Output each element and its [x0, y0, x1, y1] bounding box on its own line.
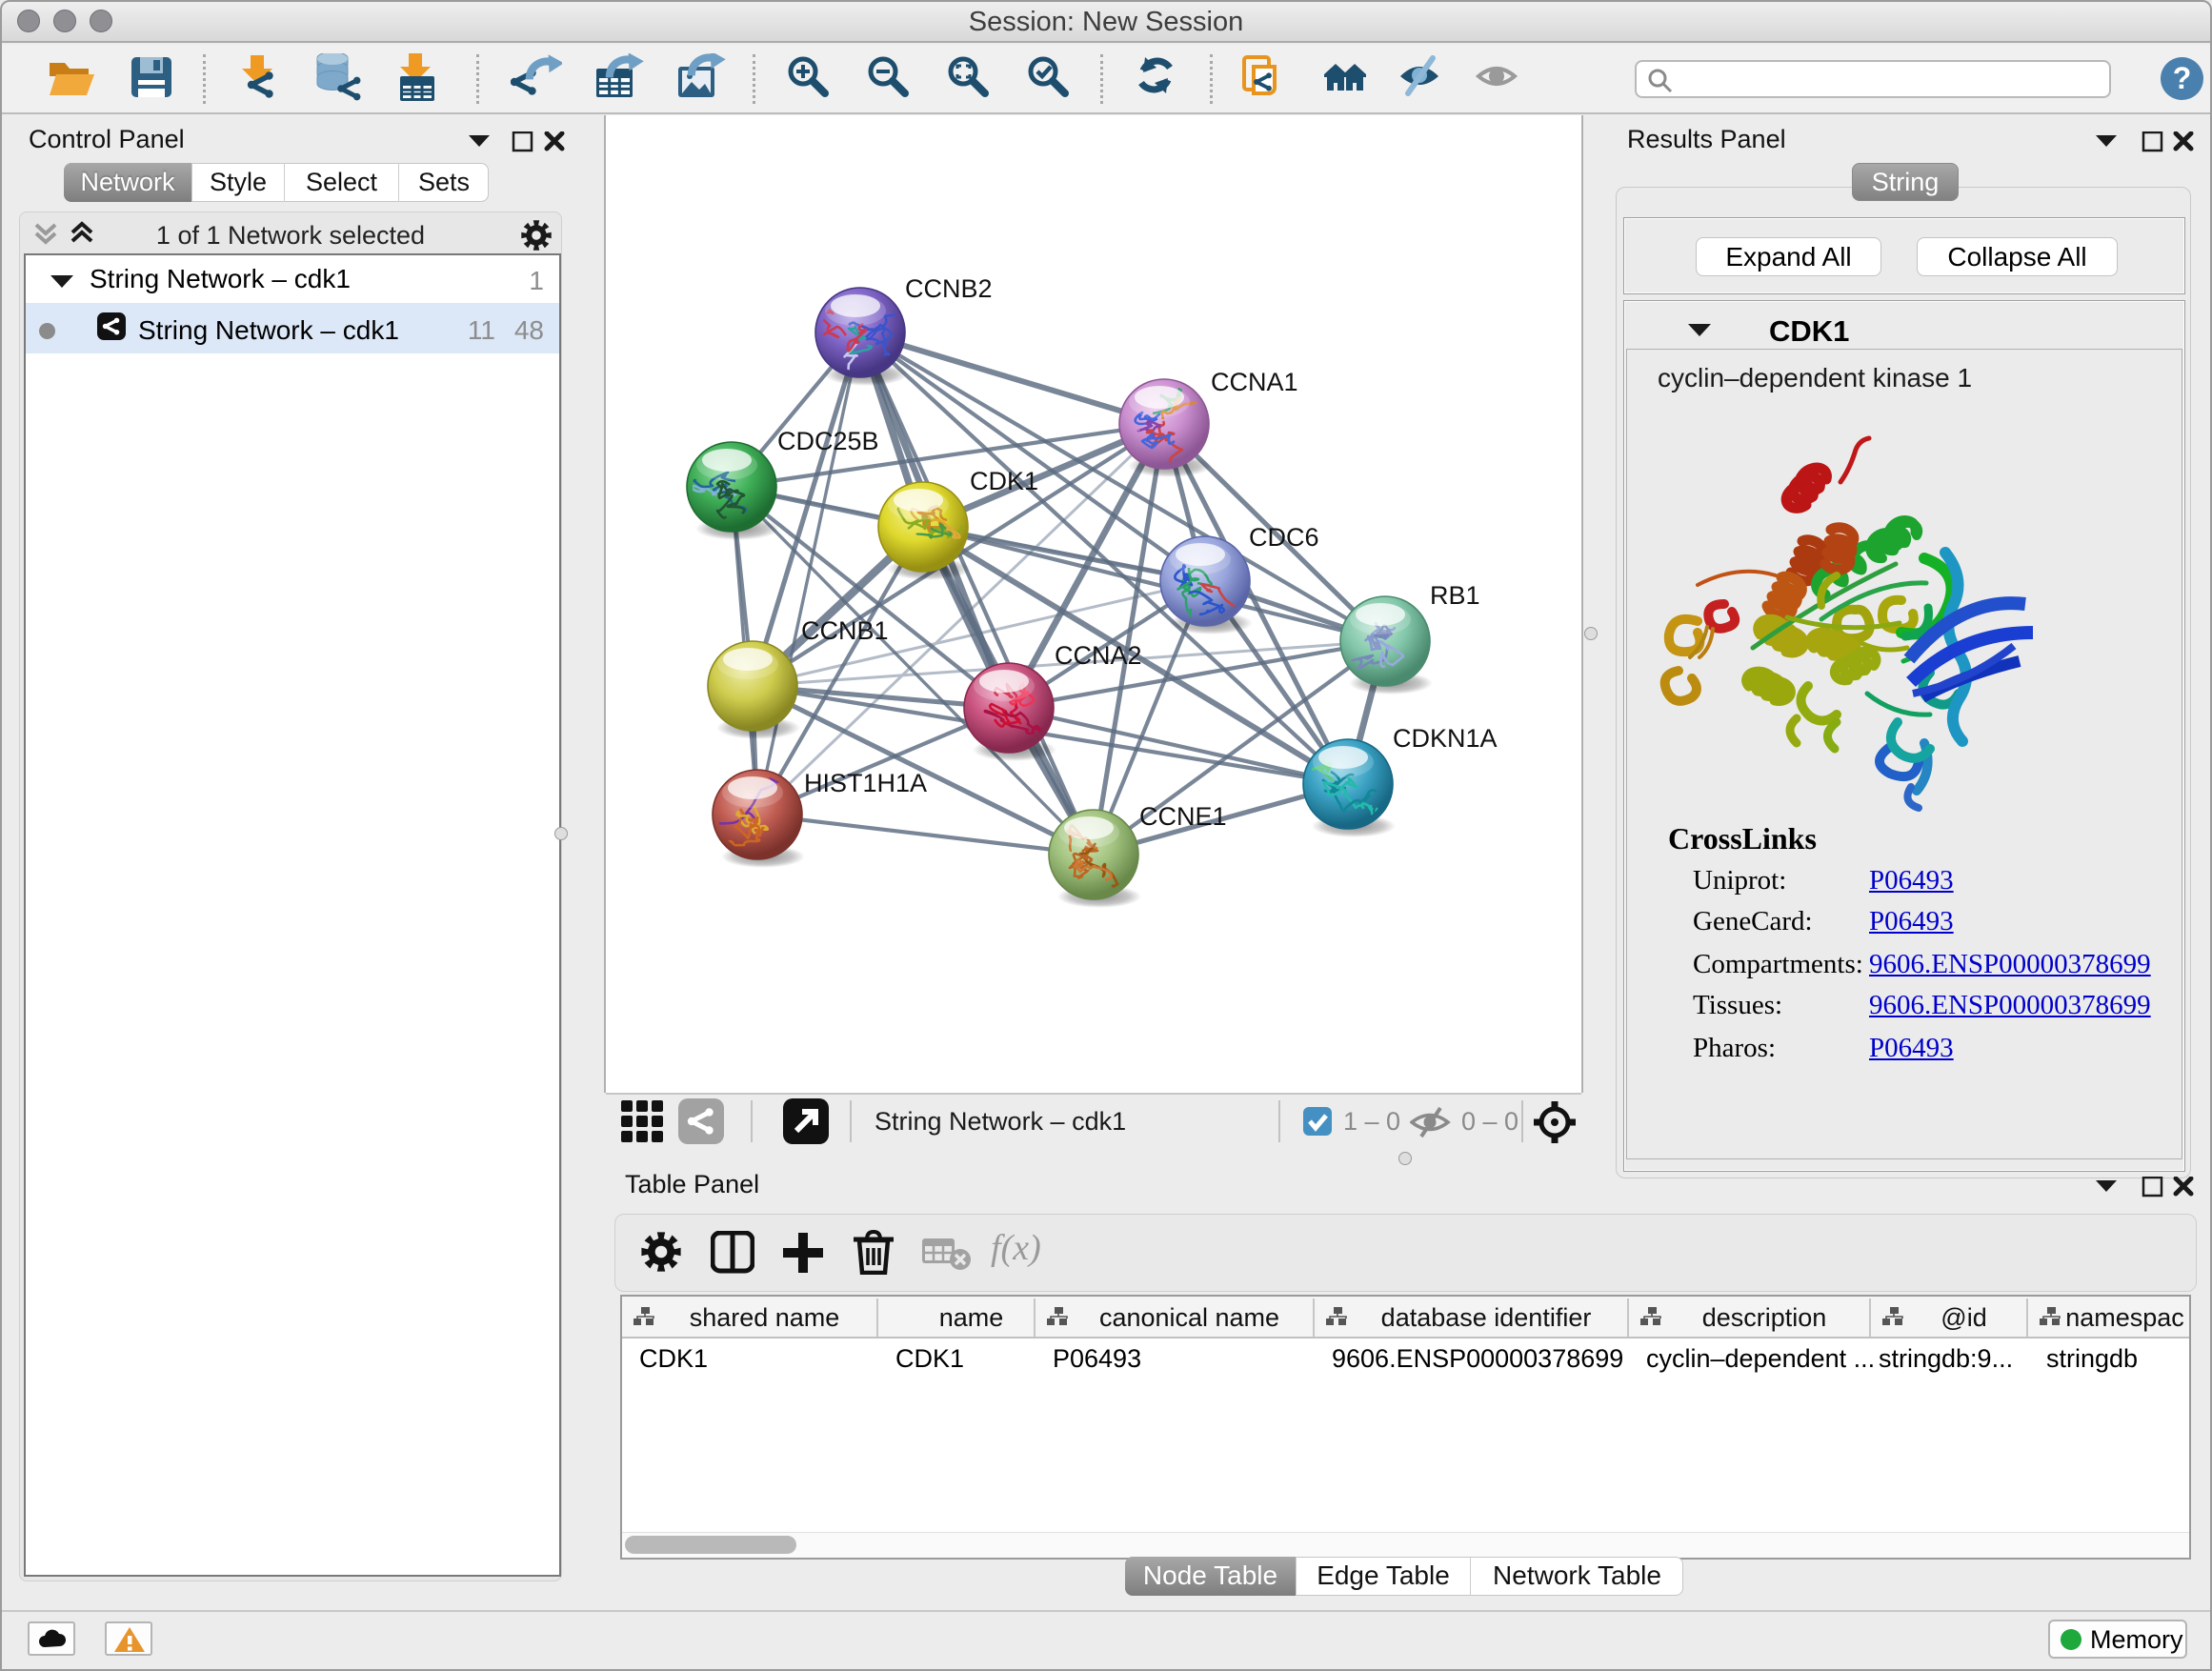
svg-text:RB1: RB1	[1430, 581, 1480, 610]
svg-text:CDC25B: CDC25B	[777, 427, 879, 455]
svg-text:CCNA2: CCNA2	[1055, 641, 1142, 670]
svg-text:CDK1: CDK1	[970, 467, 1038, 495]
svg-text:HIST1H1A: HIST1H1A	[804, 769, 927, 797]
svg-text:CCNE1: CCNE1	[1139, 802, 1227, 831]
svg-text:CDC6: CDC6	[1249, 523, 1319, 552]
svg-text:CCNB1: CCNB1	[801, 616, 889, 645]
svg-text:CCNB2: CCNB2	[905, 274, 993, 303]
svg-text:CCNA1: CCNA1	[1211, 368, 1298, 396]
svg-text:CDKN1A: CDKN1A	[1393, 724, 1498, 753]
